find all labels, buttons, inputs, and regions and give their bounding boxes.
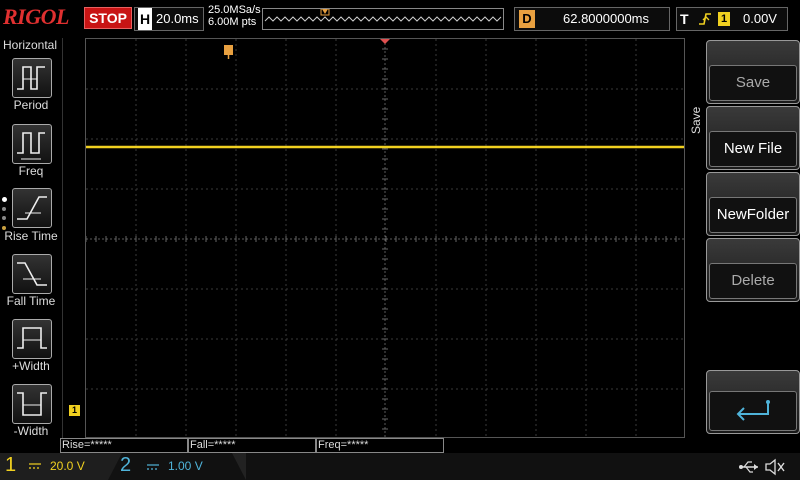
rise-time-button[interactable]: [12, 188, 52, 228]
timebase-value: 20.0ms: [156, 11, 199, 26]
ch1-tab[interactable]: 1 20.0 V: [0, 453, 108, 480]
trigger-time-marker: [224, 45, 233, 59]
top-status-bar: RIGOL STOP H 20.0ms 25.0MSa/s 6.00M pts …: [0, 0, 800, 36]
trigger-box[interactable]: T 1 0.00V: [676, 7, 788, 31]
tab-divider: [232, 453, 246, 480]
menu-dot: [2, 207, 6, 211]
channel-bar: 1 20.0 V 2 1.00 V: [0, 453, 800, 480]
rise-measurement: Rise=*****: [60, 438, 188, 453]
fall-time-icon: [17, 262, 47, 286]
new-folder-button[interactable]: NewFolder: [706, 172, 800, 236]
negative-width-label: -Width: [13, 424, 49, 438]
period-icon: [17, 66, 45, 90]
trigger-source: 1: [718, 12, 730, 26]
delay-value: 62.8000000ms: [563, 11, 650, 26]
fall-time-label: Fall Time: [6, 294, 56, 308]
rise-time-icon: [17, 196, 47, 220]
trigger-level: 0.00V: [743, 11, 777, 26]
new-file-button-label: New File: [709, 131, 797, 167]
freq-button[interactable]: [12, 124, 52, 164]
measure-panel: Horizontal Period Freq Rise Time Fall Ti…: [0, 38, 63, 440]
new-folder-button-label: NewFolder: [709, 197, 797, 233]
delete-button[interactable]: Delete: [706, 238, 800, 302]
negative-width-icon: [17, 392, 47, 416]
speaker-muted-icon[interactable]: [764, 458, 786, 476]
ch2-number[interactable]: 2: [120, 454, 131, 477]
selected-indicator: [2, 197, 7, 202]
ch2-scale[interactable]: 1.00 V: [168, 459, 203, 473]
ch1-ground-marker[interactable]: 1: [69, 405, 80, 416]
memory-overview: [262, 8, 504, 30]
measure-panel-title: Horizontal: [3, 38, 58, 52]
positive-width-icon: [17, 327, 47, 349]
delete-button-label: Delete: [709, 263, 797, 299]
sample-rate: 25.0MSa/s: [208, 4, 261, 16]
frequency-icon: [17, 132, 45, 160]
save-menu-title-text: Save: [689, 106, 703, 134]
trigger-position-marker: [322, 9, 328, 14]
timebase-box[interactable]: H 20.0ms: [134, 7, 204, 31]
positive-width-label: +Width: [12, 359, 50, 373]
memory-overview-wave: [264, 8, 502, 22]
save-menu: Save Save New File NewFolder Delete: [686, 38, 800, 440]
save-button[interactable]: Save: [706, 40, 800, 104]
brand-logo: RIGOL: [3, 4, 69, 29]
graticule: [86, 39, 684, 437]
dc-coupling-icon: [29, 463, 41, 469]
run-stop-status[interactable]: STOP: [84, 7, 132, 29]
center-marker: [380, 39, 390, 44]
rising-edge-icon: [699, 13, 711, 25]
freq-measurement: Freq=*****: [316, 438, 444, 453]
ch1-scale: 20.0 V: [50, 459, 85, 473]
memory-depth: 6.00M pts: [208, 16, 257, 28]
save-menu-title: Save: [689, 106, 703, 134]
enter-icon: [736, 400, 770, 421]
waveform-display[interactable]: [85, 38, 685, 438]
save-button-label: Save: [709, 65, 797, 101]
period-button[interactable]: [12, 58, 52, 98]
delay-label: D: [519, 10, 535, 28]
period-label: Period: [13, 98, 49, 112]
horizontal-label: H: [138, 8, 152, 30]
fall-measurement: Fall=*****: [188, 438, 316, 453]
delay-box[interactable]: D 62.8000000ms: [514, 7, 670, 31]
ch1-number: 1: [5, 454, 17, 476]
freq-label: Freq: [18, 164, 44, 178]
new-file-button[interactable]: New File: [706, 106, 800, 170]
negative-width-button[interactable]: [12, 384, 52, 424]
menu-dot: [2, 216, 6, 220]
enter-button[interactable]: [706, 370, 800, 434]
rise-time-label: Rise Time: [4, 229, 58, 243]
positive-width-button[interactable]: [12, 319, 52, 359]
usb-icon: [739, 461, 758, 473]
trigger-label: T: [680, 11, 689, 27]
dc-coupling-icon: [147, 464, 159, 470]
fall-time-button[interactable]: [12, 254, 52, 294]
